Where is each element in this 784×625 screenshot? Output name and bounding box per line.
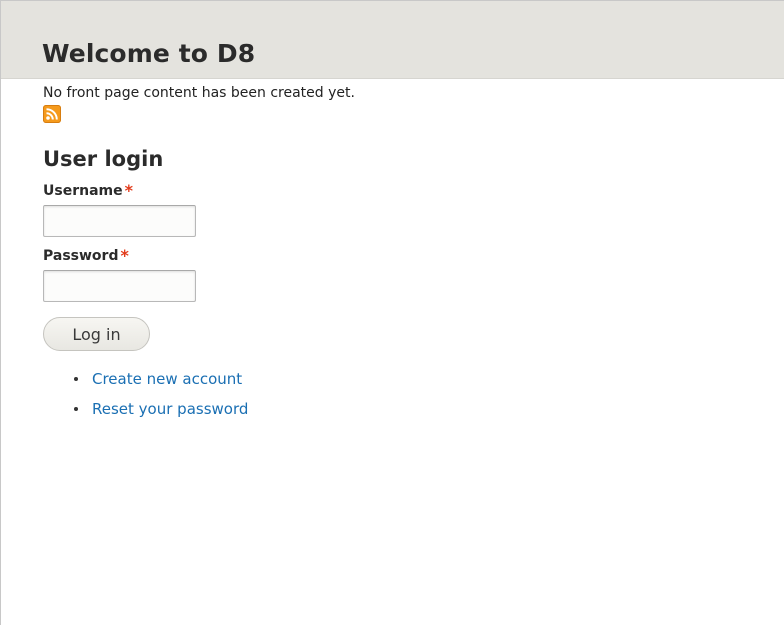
username-form-item: Username *	[43, 183, 743, 237]
bullet-icon	[74, 407, 78, 411]
page-frame: Welcome to D8 No front page content has …	[0, 0, 784, 625]
username-label-text: Username	[43, 183, 123, 199]
rss-glyph	[46, 108, 58, 120]
main-content: No front page content has been created y…	[43, 84, 743, 429]
user-login-title: User login	[43, 147, 164, 171]
password-form-item: Password *	[43, 248, 743, 302]
page-title: Welcome to D8	[42, 39, 256, 68]
reset-password-link[interactable]: Reset your password	[92, 400, 248, 418]
rss-feed-icon[interactable]	[43, 105, 61, 123]
required-marker: *	[120, 246, 129, 265]
user-login-form: Username * Password * Log in	[43, 183, 743, 351]
list-item: Reset your password	[43, 399, 743, 419]
page-header: Welcome to D8	[1, 1, 784, 79]
password-label-text: Password	[43, 248, 119, 264]
bullet-icon	[74, 377, 78, 381]
login-links-list: Create new account Reset your password	[43, 369, 743, 419]
empty-front-page-message: No front page content has been created y…	[43, 85, 355, 101]
required-marker: *	[124, 181, 133, 200]
log-in-button[interactable]: Log in	[43, 317, 150, 351]
create-new-account-link[interactable]: Create new account	[92, 370, 242, 388]
username-label: Username *	[43, 183, 743, 200]
password-input[interactable]	[43, 270, 196, 302]
list-item: Create new account	[43, 369, 743, 389]
password-label: Password *	[43, 248, 743, 265]
username-input[interactable]	[43, 205, 196, 237]
